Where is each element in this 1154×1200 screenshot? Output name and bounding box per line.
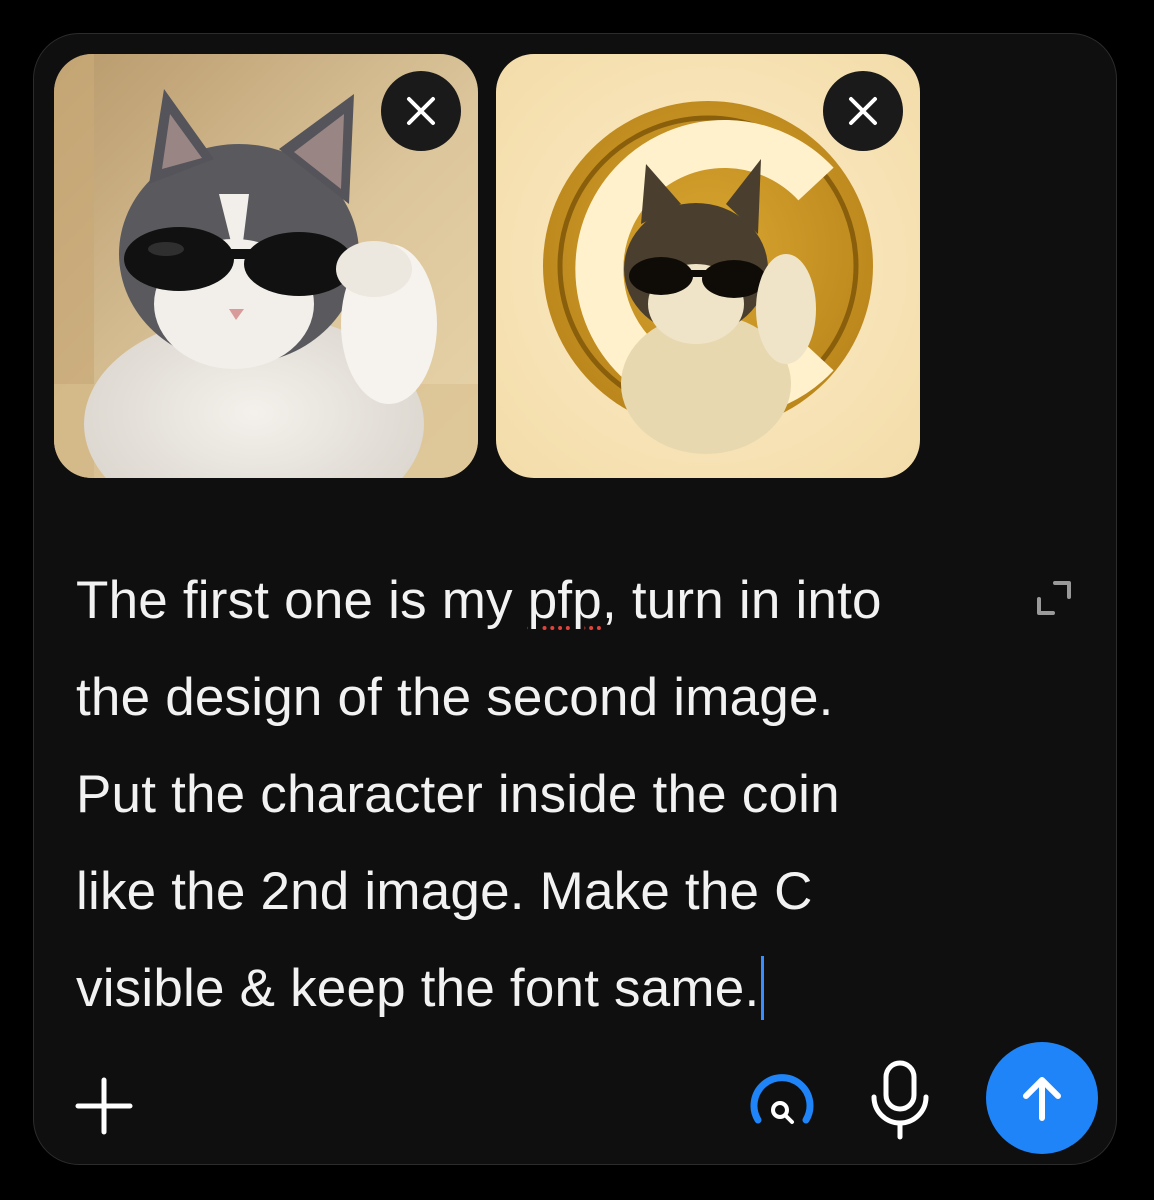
message-line: like the 2nd image. Make the C [76, 862, 813, 921]
arrow-up-icon [1023, 1077, 1061, 1121]
search-tools-icon [750, 1074, 814, 1124]
close-icon [407, 97, 435, 125]
misspelled-word[interactable]: pfp [528, 571, 602, 630]
message-text: , turn in into [601, 571, 882, 630]
message-composer: The first one is my pfp, turn in into th… [33, 33, 1117, 1165]
message-line: The first one is my pfp, turn in into [76, 552, 976, 649]
close-icon [849, 97, 877, 125]
message-line: visible & keep the font same. [76, 940, 976, 1037]
attachment-thumbnail-cat[interactable] [54, 54, 478, 478]
message-input[interactable]: The first one is my pfp, turn in into th… [76, 552, 976, 1037]
voice-input-button[interactable] [860, 1056, 940, 1146]
remove-attachment-button[interactable] [823, 71, 903, 151]
message-line: the design of the second image. [76, 668, 834, 727]
add-attachment-button[interactable] [68, 1070, 140, 1142]
attachment-thumbnail-coin[interactable] [496, 54, 920, 478]
send-button[interactable] [986, 1042, 1098, 1154]
expand-composer-button[interactable] [1024, 568, 1084, 628]
text-cursor [761, 956, 765, 1020]
expand-icon [1037, 581, 1071, 615]
message-text: visible & keep the font same. [76, 959, 760, 1018]
remove-attachment-button[interactable] [381, 71, 461, 151]
plus-icon [75, 1077, 133, 1135]
message-text: The first one is my [76, 571, 528, 630]
message-line: Put the character inside the coin [76, 765, 840, 824]
tools-button[interactable] [740, 1062, 824, 1146]
microphone-icon [871, 1060, 929, 1140]
